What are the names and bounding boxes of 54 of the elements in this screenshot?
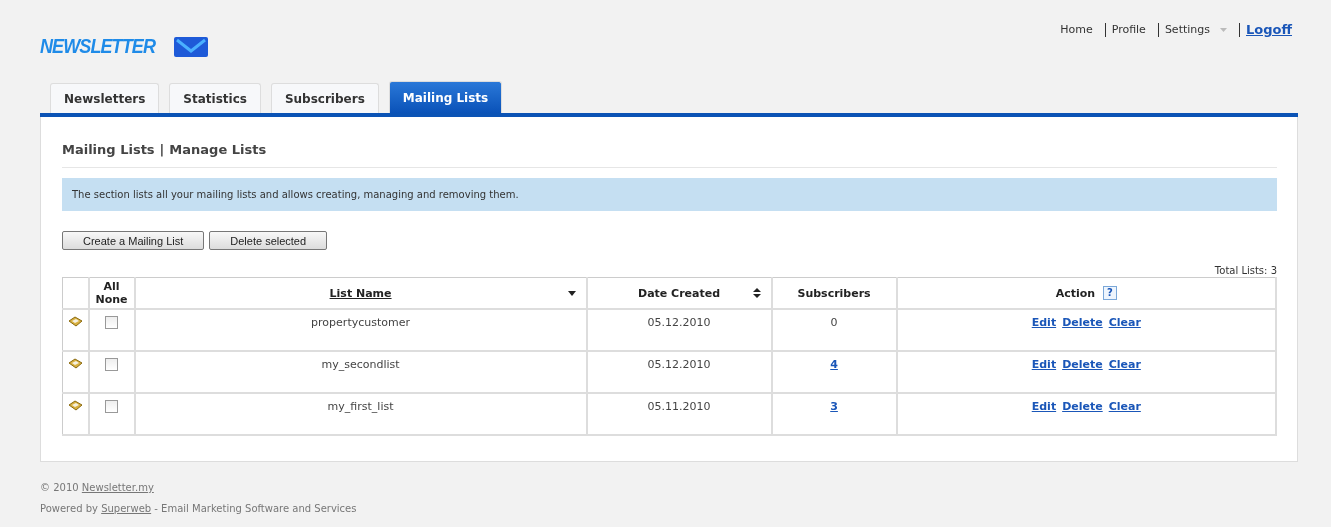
envelope-icon bbox=[173, 36, 208, 57]
date-created: 05.11.2010 bbox=[647, 400, 711, 413]
page-title: Manage Lists bbox=[169, 142, 267, 157]
select-all-none[interactable]: All None bbox=[95, 280, 128, 306]
nav-link[interactable]: Home bbox=[1054, 23, 1099, 37]
total-count: Total Lists: 3 bbox=[1213, 265, 1277, 276]
tab[interactable]: Mailing Lists bbox=[388, 81, 503, 113]
action-button[interactable]: Delete selected bbox=[209, 231, 328, 250]
nav-link[interactable]: Profile bbox=[1104, 23, 1152, 37]
date-created: 05.12.2010 bbox=[647, 358, 711, 371]
mailbox-icon bbox=[67, 400, 83, 412]
action-link[interactable]: Clear bbox=[1108, 358, 1141, 371]
sort-icon[interactable] bbox=[752, 288, 761, 298]
breadcrumb-separator: | bbox=[159, 142, 165, 157]
list-name: my_secondlist bbox=[321, 358, 400, 371]
action-link[interactable]: Delete bbox=[1062, 400, 1103, 413]
caret-icon[interactable] bbox=[1220, 28, 1227, 32]
list-name: propertycustomer bbox=[311, 316, 410, 329]
footer-text: © 2010 Newsletter.my bbox=[40, 482, 155, 493]
action-link[interactable]: Delete bbox=[1062, 316, 1103, 329]
tab[interactable]: Subscribers bbox=[270, 83, 379, 113]
subscriber-count-link[interactable]: 3 bbox=[830, 400, 838, 413]
footer-link[interactable]: Newsletter.my bbox=[81, 482, 154, 493]
action-link[interactable]: Clear bbox=[1108, 316, 1141, 329]
info-message: The section lists all your mailing lists and allows creating, managing and removing them. bbox=[62, 178, 1277, 211]
sort-down-icon[interactable] bbox=[567, 290, 576, 296]
section-title: Mailing Lists bbox=[62, 142, 155, 157]
action-link[interactable]: Edit bbox=[1031, 400, 1057, 413]
footer-link[interactable]: Superweb bbox=[101, 503, 152, 514]
list-name: my_first_list bbox=[327, 400, 394, 413]
logo-text: NEWSLETTER bbox=[40, 35, 155, 58]
column-header: Subscribers bbox=[797, 286, 871, 300]
action-link[interactable]: Clear bbox=[1108, 400, 1141, 413]
action-link[interactable]: Edit bbox=[1031, 358, 1057, 371]
help-icon[interactable]: ? bbox=[1103, 286, 1117, 300]
subscriber-count-link[interactable]: 4 bbox=[830, 358, 838, 371]
column-header[interactable]: Date Created bbox=[638, 286, 721, 300]
column-header: Action bbox=[1055, 286, 1096, 300]
action-link[interactable]: Delete bbox=[1062, 358, 1103, 371]
row-checkbox[interactable] bbox=[105, 400, 119, 413]
action-link[interactable]: Edit bbox=[1031, 316, 1057, 329]
row-checkbox[interactable] bbox=[105, 316, 119, 329]
mailbox-icon bbox=[67, 358, 83, 370]
row-checkbox[interactable] bbox=[105, 358, 119, 371]
date-created: 05.12.2010 bbox=[647, 316, 711, 329]
action-button[interactable]: Create a Mailing List bbox=[62, 231, 205, 250]
tab[interactable]: Statistics bbox=[169, 83, 261, 113]
logoff-link[interactable]: Logoff bbox=[1239, 23, 1298, 37]
tab[interactable]: Newsletters bbox=[50, 83, 160, 113]
footer-text: Powered by Superweb - Email Marketing Software and Services bbox=[40, 503, 358, 514]
mailbox-icon bbox=[67, 316, 83, 328]
subscriber-count: 0 bbox=[830, 316, 838, 329]
column-header[interactable]: List Name bbox=[329, 286, 392, 300]
nav-link[interactable]: Settings bbox=[1157, 23, 1233, 37]
